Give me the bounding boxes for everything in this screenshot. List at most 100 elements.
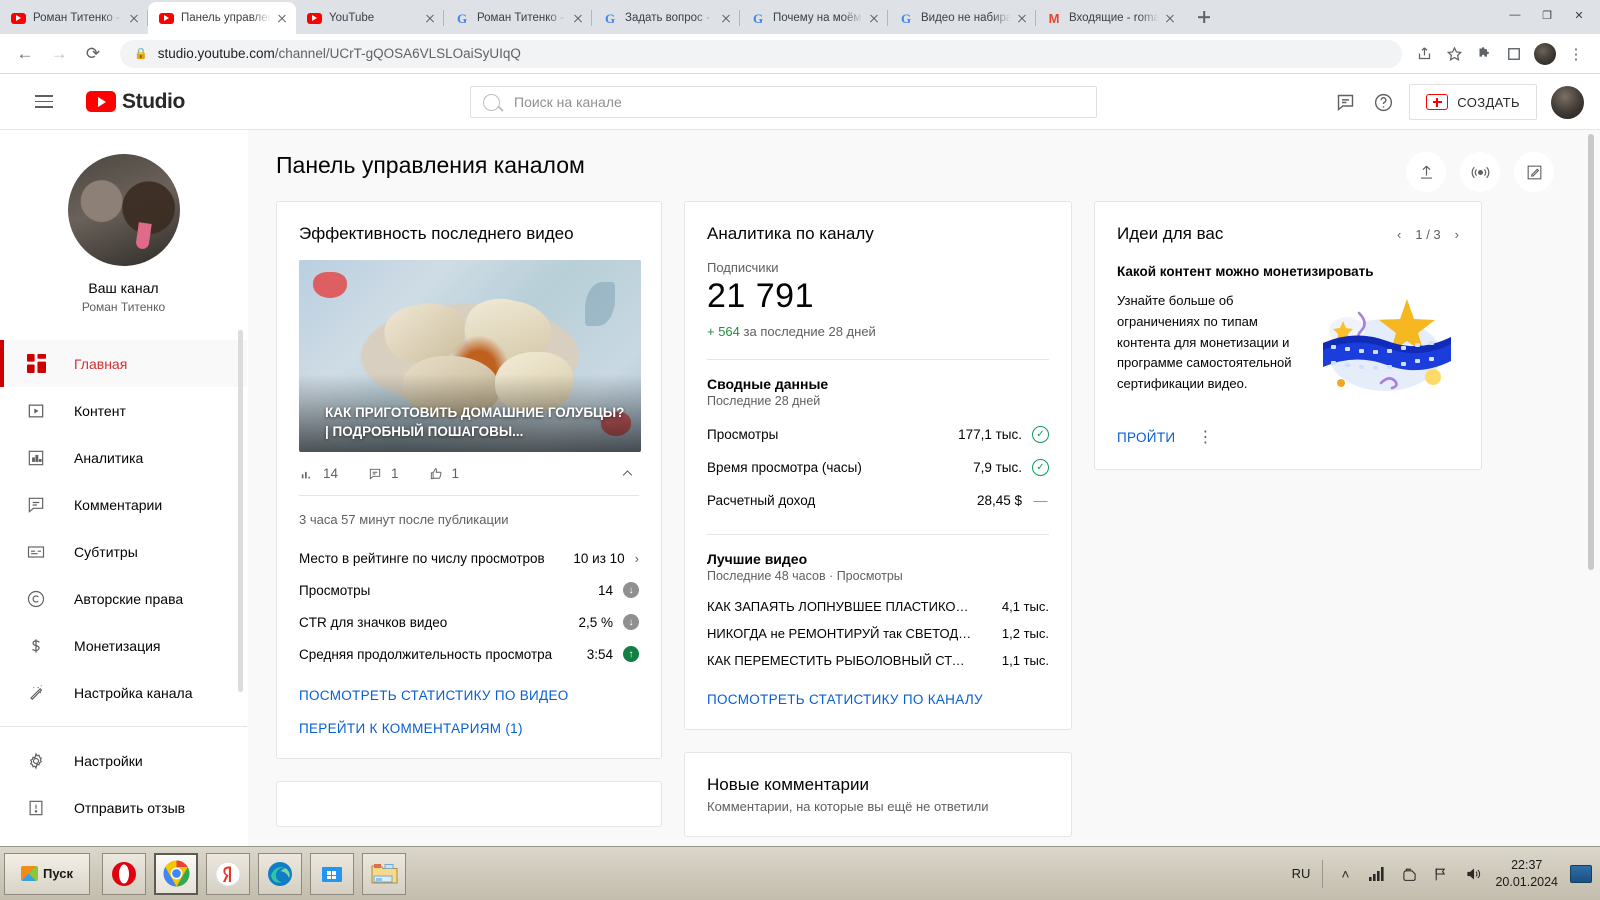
browser-tab[interactable]: G Роман Титенко - Форум <box>444 2 592 34</box>
sidebar-item-monetization[interactable]: Монетизация <box>0 622 247 669</box>
channel-avatar[interactable] <box>67 154 180 266</box>
address-bar[interactable]: 🔒 studio.youtube.com/channel/UCrT-gQOSA6… <box>120 39 1402 68</box>
close-icon[interactable] <box>274 10 290 26</box>
minimize-button[interactable]: — <box>1500 2 1530 28</box>
yandex-browser-taskbar-icon[interactable] <box>206 852 250 895</box>
top-video-row[interactable]: КАК ПЕРЕМЕСТИТЬ РЫБОЛОВНЫЙ СТОПОР ... 1,… <box>707 647 1049 674</box>
browser-tab[interactable]: G Задать вопрос - Форум <box>592 2 740 34</box>
chevron-left-icon[interactable]: ‹ <box>1397 227 1401 242</box>
sidebar-item-analytics[interactable]: Аналитика <box>0 434 247 481</box>
opera-taskbar-icon[interactable] <box>102 852 146 895</box>
volume-icon[interactable] <box>1463 864 1483 884</box>
channel-block[interactable]: Ваш канал Роман Титенко <box>0 130 247 332</box>
summary-label: Расчетный доход <box>707 492 816 508</box>
windows-taskbar: Пуск RU ˄ 22:37 20.01.2024 <box>0 846 1600 900</box>
latest-video-performance-card: Эффективность последнего видео КАК ПРИГО… <box>276 201 662 759</box>
forward-icon[interactable]: → <box>44 39 74 69</box>
chrome-taskbar-icon[interactable] <box>154 852 198 895</box>
summary-row: Расчетный доход 28,45 $ — <box>707 484 1049 516</box>
tab-title: Задать вопрос - Форум <box>625 12 715 24</box>
close-icon[interactable] <box>718 10 734 26</box>
create-post-button[interactable] <box>1514 152 1554 192</box>
back-icon[interactable]: ← <box>10 39 40 69</box>
top-video-row[interactable]: НИКОГДА не РЕМОНТИРУЙ так СВЕТОДИОД... 1… <box>707 620 1049 647</box>
windows-logo-icon <box>21 866 38 881</box>
sidebar-item-dashboard[interactable]: Главная <box>0 340 247 387</box>
sidebar-item-customization[interactable]: Настройка канала <box>0 669 247 716</box>
browser-tab-active[interactable]: Панель управления каналом - YouTube Stud… <box>148 2 296 34</box>
clock[interactable]: 22:37 20.01.2024 <box>1495 857 1558 891</box>
close-icon[interactable] <box>1014 10 1030 26</box>
action-center-icon[interactable] <box>1399 864 1419 884</box>
file-explorer-taskbar-icon[interactable] <box>362 852 406 895</box>
go-to-comments-link[interactable]: ПЕРЕЙТИ К КОММЕНТАРИЯМ (1) <box>299 721 639 736</box>
show-hidden-icon[interactable]: ˄ <box>1335 864 1355 884</box>
start-label: Пуск <box>43 866 73 881</box>
google-icon: G <box>456 10 468 26</box>
sidebar-item-content[interactable]: Контент <box>0 387 247 434</box>
view-video-analytics-link[interactable]: ПОСМОТРЕТЬ СТАТИСТИКУ ПО ВИДЕО <box>299 688 639 703</box>
main-scrollbar[interactable] <box>1588 134 1594 570</box>
close-icon[interactable] <box>1162 10 1178 26</box>
browser-tab[interactable]: G Почему на моём канале <box>740 2 888 34</box>
browser-tab[interactable]: M Входящие - romantitenko <box>1036 2 1184 34</box>
side-panel-icon[interactable] <box>1500 40 1528 68</box>
card-title: Идеи для вас <box>1117 224 1224 243</box>
sidebar-item-settings[interactable]: Настройки <box>0 737 247 784</box>
sidebar-item-comments[interactable]: Комментарии <box>0 481 247 528</box>
edge-taskbar-icon[interactable] <box>258 852 302 895</box>
close-icon[interactable] <box>422 10 438 26</box>
language-indicator[interactable]: RU <box>1292 866 1311 881</box>
share-icon[interactable] <box>1410 40 1438 68</box>
browser-tab[interactable]: G Видео не набирают просмотры <box>888 2 1036 34</box>
windows-store-taskbar-icon[interactable] <box>310 852 354 895</box>
start-button[interactable]: Пуск <box>4 852 90 895</box>
view-channel-analytics-link[interactable]: ПОСМОТРЕТЬ СТАТИСТИКУ ПО КАНАЛУ <box>707 692 1049 707</box>
search-input[interactable]: Поиск на канале <box>514 94 622 110</box>
star-icon[interactable] <box>1440 40 1468 68</box>
kebab-menu-icon[interactable]: ⋮ <box>1562 40 1590 68</box>
go-live-button[interactable] <box>1460 152 1500 192</box>
upload-video-button[interactable] <box>1406 152 1446 192</box>
close-icon[interactable] <box>126 10 142 26</box>
search-box[interactable]: Поиск на канале <box>470 86 1097 118</box>
close-icon[interactable] <box>866 10 882 26</box>
sidebar-item-subtitles[interactable]: Субтитры <box>0 528 247 575</box>
screen: Роман Титенко - YouTube Панель управлени… <box>0 0 1600 900</box>
kebab-menu-icon[interactable]: ⋮ <box>1197 427 1214 447</box>
network-signal-icon[interactable] <box>1367 864 1387 884</box>
video-thumbnail[interactable]: КАК ПРИГОТОВИТЬ ДОМАШНИЕ ГОЛУБЦЫ? | ПОДР… <box>299 260 641 452</box>
maximize-button[interactable]: ❐ <box>1532 2 1562 28</box>
sidebar-item-send-feedback[interactable]: Отправить отзыв <box>0 784 247 831</box>
browser-tab[interactable]: Роман Титенко - YouTube <box>0 2 148 34</box>
show-desktop-button[interactable] <box>1570 864 1592 883</box>
top-video-title: КАК ПЕРЕМЕСТИТЬ РЫБОЛОВНЫЙ СТОПОР ... <box>707 653 973 668</box>
hamburger-menu-icon[interactable] <box>24 82 64 122</box>
new-tab-button[interactable] <box>1190 3 1218 31</box>
chevron-up-icon[interactable] <box>620 466 635 481</box>
stat-value: 3:54 <box>586 646 613 662</box>
stat-row[interactable]: Место в рейтинге по числу просмотров 10 … <box>299 543 639 574</box>
chevron-right-icon[interactable]: › <box>1455 227 1459 242</box>
top-video-row[interactable]: КАК ЗАПАЯТЬ ЛОПНУВШЕЕ ПЛАСТИКОВОЕ В... 4… <box>707 593 1049 620</box>
create-button[interactable]: СОЗДАТЬ <box>1409 84 1537 120</box>
sidebar-scrollbar[interactable] <box>238 330 243 692</box>
google-icon: G <box>604 10 616 26</box>
close-icon[interactable] <box>570 10 586 26</box>
flag-icon[interactable] <box>1431 864 1451 884</box>
idea-cta-link[interactable]: ПРОЙТИ <box>1117 430 1175 445</box>
youtube-studio-logo[interactable]: Studio <box>86 90 185 114</box>
copyright-icon <box>24 587 48 611</box>
help-icon[interactable] <box>1371 90 1395 114</box>
avatar[interactable] <box>1534 42 1556 65</box>
sidebar-item-copyright[interactable]: Авторские права <box>0 575 247 622</box>
google-icon: G <box>900 10 912 26</box>
reload-icon[interactable]: ⟳ <box>78 39 108 69</box>
feedback-icon[interactable] <box>1333 90 1357 114</box>
browser-tab[interactable]: YouTube <box>296 2 444 34</box>
close-window-button[interactable]: ✕ <box>1564 2 1594 28</box>
youtube-icon <box>306 10 322 26</box>
chevron-right-icon[interactable]: › <box>635 551 639 566</box>
account-avatar[interactable] <box>1551 85 1584 119</box>
puzzle-icon[interactable] <box>1470 40 1498 68</box>
